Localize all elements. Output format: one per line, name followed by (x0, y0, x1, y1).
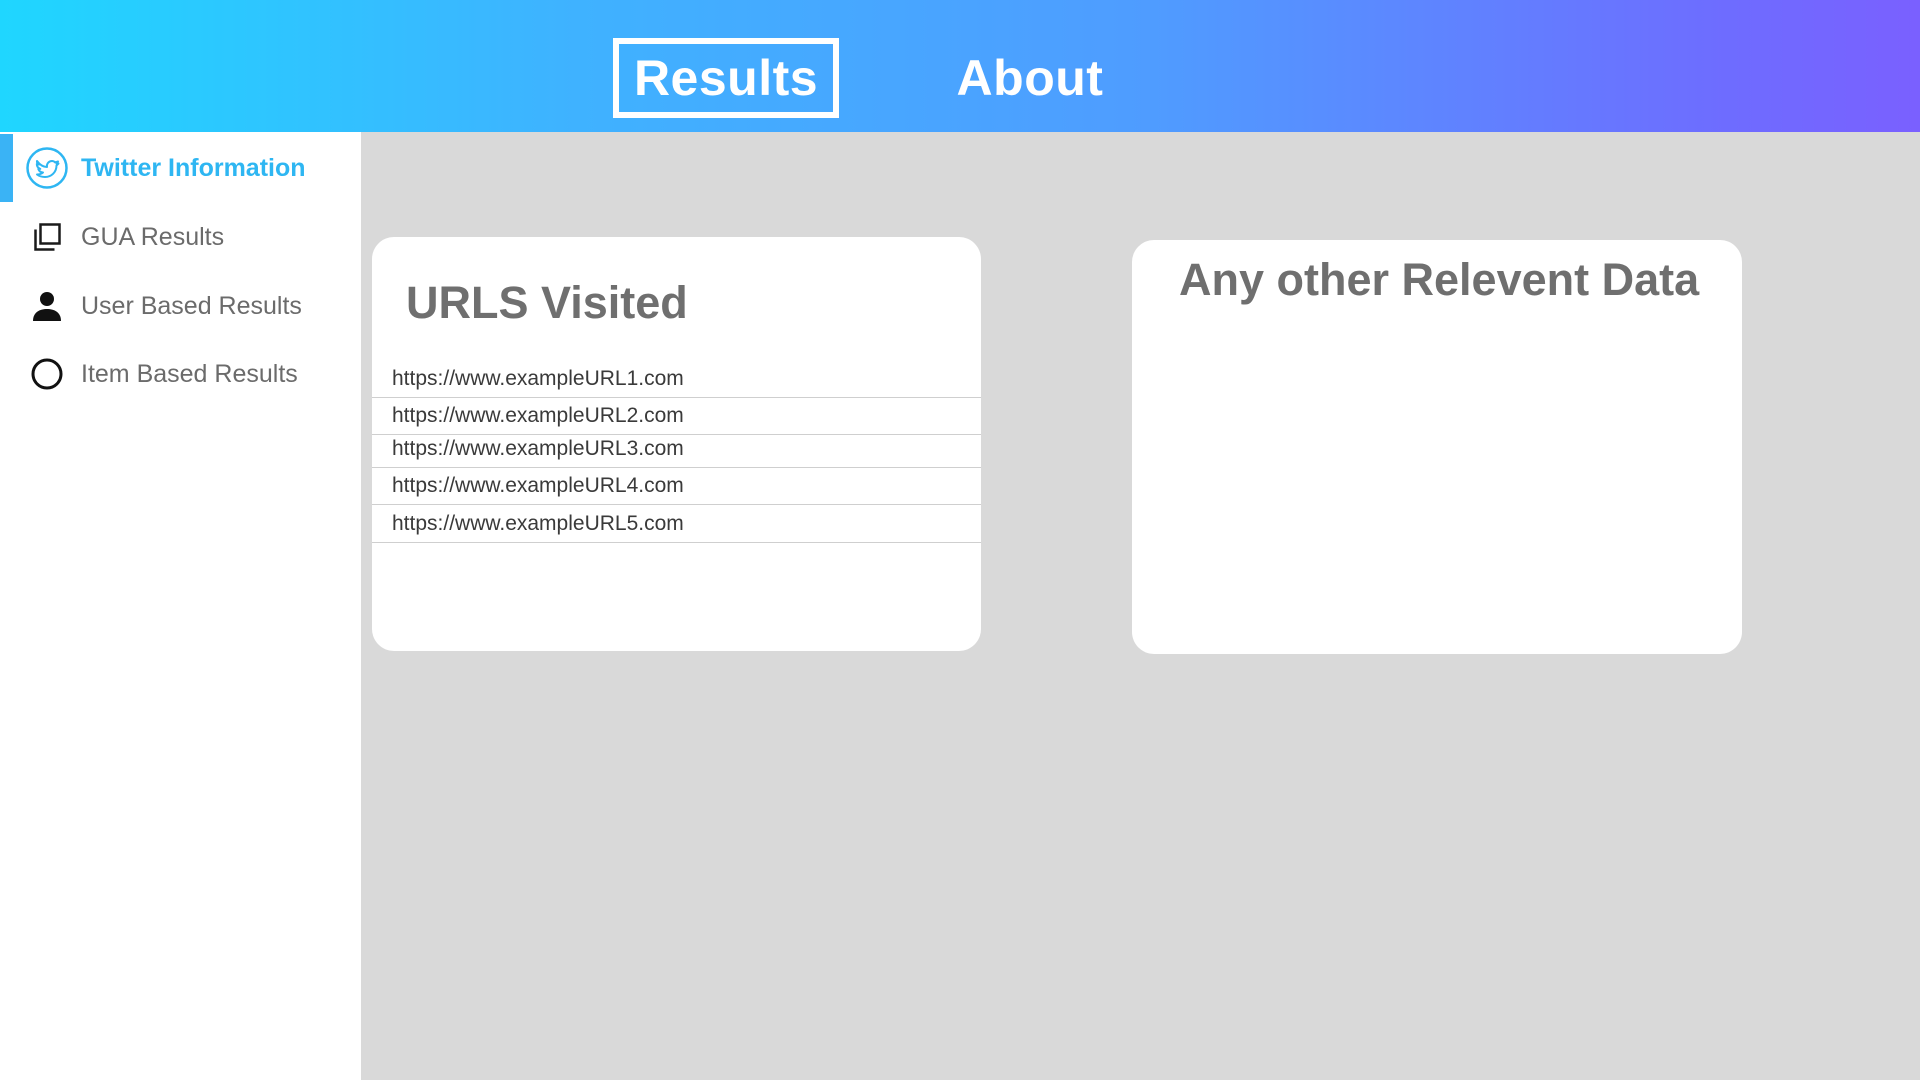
sidebar-item-label: User Based Results (81, 291, 302, 320)
list-item[interactable]: https://www.exampleURL3.com (372, 435, 981, 468)
list-item[interactable]: https://www.exampleURL5.com (372, 505, 981, 543)
url-text[interactable]: https://www.exampleURL4.com (392, 474, 684, 498)
top-nav-bar: Results About (0, 0, 1920, 132)
sidebar-item-twitter-information[interactable]: Twitter Information (0, 134, 361, 202)
user-icon (25, 284, 69, 328)
url-text[interactable]: https://www.exampleURL3.com (392, 437, 684, 461)
active-indicator (0, 134, 13, 202)
list-item[interactable]: https://www.exampleURL1.com (372, 361, 981, 398)
other-data-card: Any other Relevent Data (1132, 240, 1742, 654)
sidebar-item-gua-results[interactable]: GUA Results (0, 203, 361, 271)
list-item[interactable]: https://www.exampleURL4.com (372, 468, 981, 505)
circle-icon (25, 352, 69, 396)
sidebar: Twitter Information GUA Results User Bas… (0, 132, 361, 1080)
twitter-icon (25, 146, 69, 190)
card-title: Any other Relevent Data (1179, 254, 1700, 305)
sidebar-item-user-based-results[interactable]: User Based Results (0, 272, 361, 340)
url-text[interactable]: https://www.exampleURL5.com (392, 512, 684, 536)
sidebar-item-label: Item Based Results (81, 359, 298, 388)
tab-results[interactable]: Results (613, 38, 839, 118)
url-text[interactable]: https://www.exampleURL2.com (392, 404, 684, 428)
sidebar-item-label: Twitter Information (81, 153, 306, 182)
copy-stack-icon (25, 215, 69, 259)
sidebar-item-label: GUA Results (81, 222, 225, 251)
urls-visited-card: URLS Visited https://www.exampleURL1.com… (372, 237, 981, 651)
tab-about[interactable]: About (940, 38, 1120, 118)
list-item[interactable]: https://www.exampleURL2.com (372, 398, 981, 435)
card-title: URLS Visited (406, 277, 688, 328)
url-list: https://www.exampleURL1.com https://www.… (372, 361, 981, 543)
url-text[interactable]: https://www.exampleURL1.com (392, 367, 684, 391)
sidebar-item-item-based-results[interactable]: Item Based Results (0, 340, 361, 408)
